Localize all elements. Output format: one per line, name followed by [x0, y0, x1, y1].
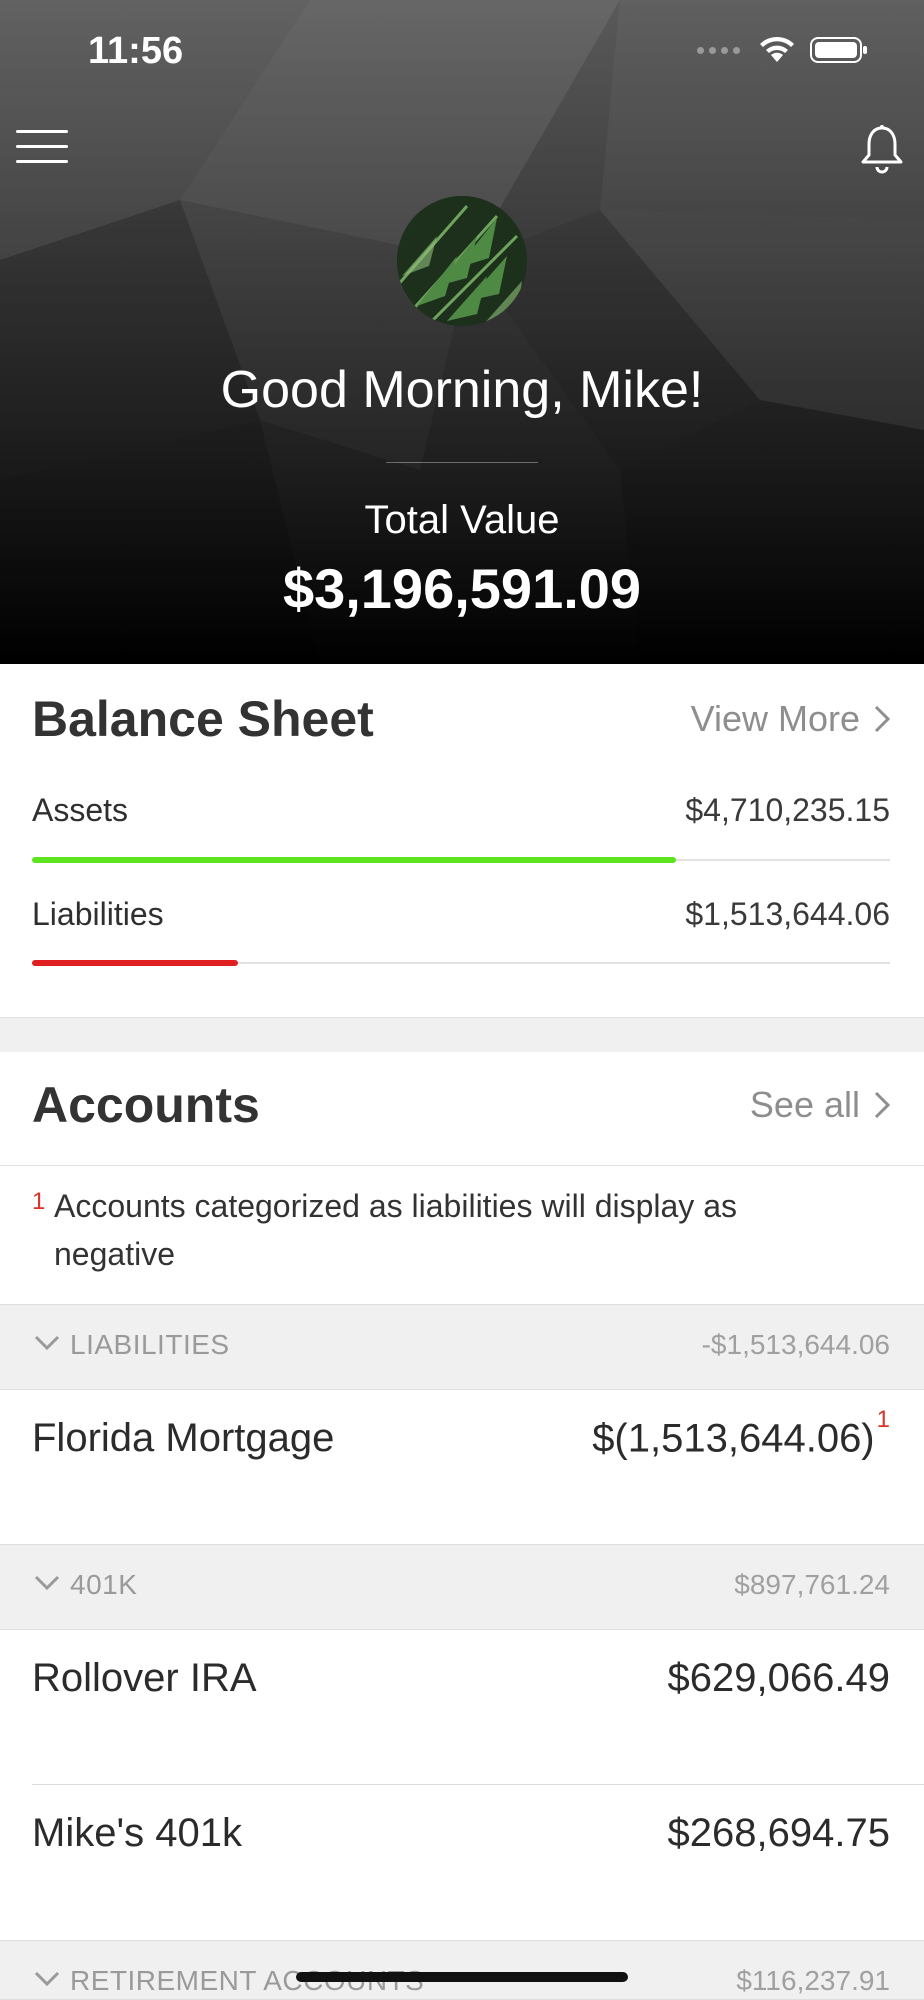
account-value: $268,694.75	[667, 1811, 890, 1855]
liabilities-bar-fill	[32, 960, 238, 966]
liabilities-value: $1,513,644.06	[685, 896, 890, 932]
wifi-icon	[760, 36, 794, 62]
group-header-retirement-accounts[interactable]: RETIREMENT ACCOUNTS $116,237.91	[0, 1940, 924, 2000]
group-header-liabilities[interactable]: LIABILITIES -$1,513,644.06	[0, 1304, 924, 1390]
status-bar: 11:56	[0, 0, 924, 105]
note-text: Accounts categorized as liabilities will…	[54, 1188, 737, 1272]
group-total: $897,761.24	[734, 1569, 890, 1600]
assets-bar-fill	[32, 857, 676, 863]
account-value: $(1,513,644.06)1	[592, 1406, 890, 1461]
liabilities-note: 1 Accounts categorized as liabilities wi…	[32, 1182, 852, 1278]
account-row-rollover-ira[interactable]: Rollover IRA $629,066.49	[0, 1630, 924, 1784]
assets-value: $4,710,235.15	[685, 792, 890, 828]
see-all-link[interactable]: See all	[750, 1084, 890, 1126]
balance-sheet-card: Balance Sheet View More Assets $4,710,23…	[0, 664, 924, 1018]
menu-button[interactable]	[16, 130, 68, 170]
group-header-401k[interactable]: 401K $897,761.24	[0, 1544, 924, 1630]
footnote-marker: 1	[32, 1188, 46, 1215]
assets-label: Assets	[32, 792, 129, 828]
balance-sheet-title: Balance Sheet	[32, 691, 374, 747]
liabilities-label: Liabilities	[32, 896, 164, 932]
chevron-right-icon	[874, 1091, 890, 1119]
see-all-label: See all	[749, 1084, 860, 1125]
chevron-down-icon	[34, 1335, 60, 1351]
group-name: 401K	[70, 1569, 138, 1600]
accounts-title: Accounts	[32, 1077, 260, 1133]
signal-icon	[697, 46, 740, 54]
total-value-label: Total Value	[364, 498, 560, 542]
section-gap	[0, 1018, 924, 1052]
group-total: -$1,513,644.06	[701, 1329, 890, 1360]
status-time: 11:56	[88, 30, 184, 72]
chevron-right-icon	[874, 705, 890, 733]
assets-bar	[32, 857, 890, 863]
account-row-florida-mortgage[interactable]: Florida Mortgage $(1,513,644.06)1	[0, 1390, 924, 1544]
palm-leaf-image	[397, 196, 527, 326]
header-hero: 11:56 Good Morning, Mike! Total Value $3…	[0, 0, 924, 664]
notifications-button[interactable]	[858, 124, 906, 176]
account-name: Florida Mortgage	[32, 1416, 335, 1460]
status-icons	[697, 36, 868, 64]
chevron-down-icon	[34, 1971, 60, 1987]
avatar[interactable]	[397, 196, 527, 326]
account-row-mikes-401k[interactable]: Mike's 401k $268,694.75	[0, 1785, 924, 1939]
greeting: Good Morning, Mike!	[220, 361, 704, 419]
account-name: Rollover IRA	[32, 1656, 257, 1700]
home-indicator[interactable]	[296, 1972, 628, 1982]
liabilities-bar	[32, 960, 890, 966]
total-value: $3,196,591.09	[282, 557, 642, 620]
account-name: Mike's 401k	[32, 1811, 242, 1855]
view-more-label: View More	[690, 698, 860, 739]
account-value: $629,066.49	[667, 1656, 890, 1700]
group-name: LIABILITIES	[70, 1329, 230, 1360]
group-total: $116,237.91	[736, 1965, 890, 1996]
view-more-link[interactable]: View More	[691, 698, 890, 740]
chevron-down-icon	[34, 1575, 60, 1591]
divider	[0, 1165, 924, 1166]
footnote-marker: 1	[876, 1406, 890, 1433]
battery-icon	[810, 37, 867, 63]
menu-icon	[16, 130, 68, 163]
bell-icon	[861, 125, 903, 174]
hero-divider	[386, 462, 538, 463]
accounts-section: Accounts See all 1 Accounts categorized …	[0, 1052, 924, 2000]
